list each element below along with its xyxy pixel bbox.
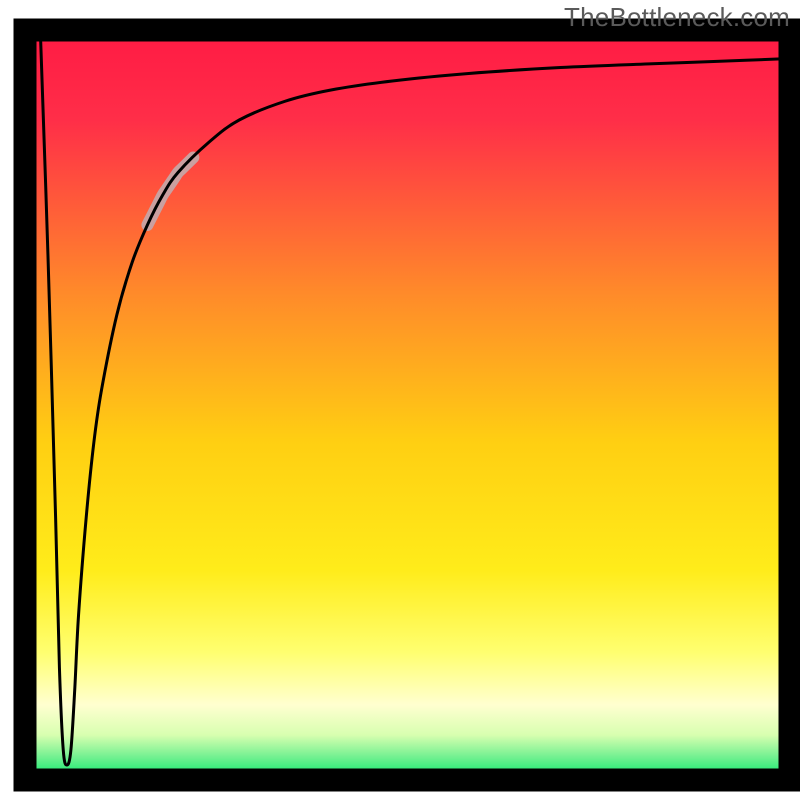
chart-container: TheBottleneck.com xyxy=(0,0,800,800)
plot-background xyxy=(25,30,790,780)
watermark-text: TheBottleneck.com xyxy=(564,2,790,33)
bottleneck-chart xyxy=(0,0,800,800)
